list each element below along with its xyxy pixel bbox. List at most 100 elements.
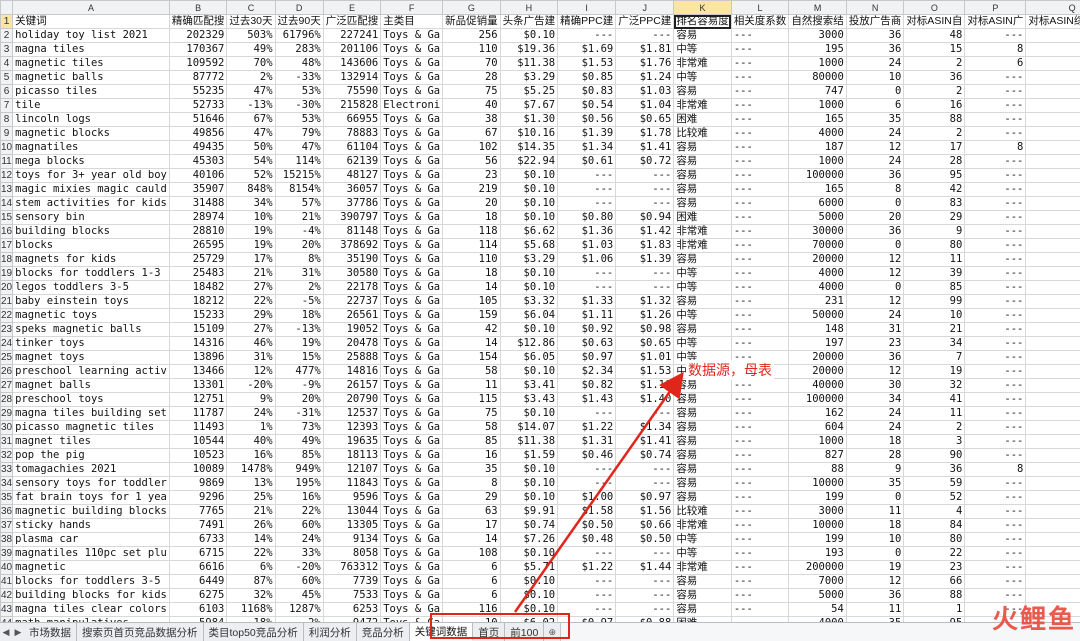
header-cell[interactable]: 主类目 — [381, 15, 443, 29]
cell[interactable]: $1.32 — [616, 295, 674, 309]
cell[interactable]: 70% — [227, 57, 275, 71]
cell[interactable]: 11 — [846, 505, 904, 519]
cell[interactable]: --- — [965, 253, 1026, 267]
cell[interactable]: 29 — [904, 211, 965, 225]
cell[interactable]: 30580 — [323, 267, 381, 281]
cell[interactable]: 12 — [846, 253, 904, 267]
cell[interactable]: $0.10 — [500, 323, 558, 337]
cell[interactable]: magnet toys — [13, 351, 170, 365]
cell[interactable]: Toys & Ga — [381, 589, 443, 603]
cell[interactable]: $1.42 — [616, 225, 674, 239]
cell[interactable]: Toys & Ga — [381, 547, 443, 561]
cell[interactable]: 6103 — [169, 603, 227, 617]
cell[interactable]: 36 — [1026, 71, 1080, 85]
cell[interactable]: Toys & Ga — [381, 435, 443, 449]
cell[interactable]: $1.04 — [616, 99, 674, 113]
cell[interactable]: 26561 — [323, 309, 381, 323]
cell[interactable]: 28 — [443, 71, 501, 85]
cell[interactable]: 8% — [275, 253, 323, 267]
cell[interactable]: --- — [731, 43, 789, 57]
cell[interactable]: 16% — [275, 491, 323, 505]
header-cell[interactable]: 过去30天 — [227, 15, 275, 29]
cell[interactable]: --- — [965, 113, 1026, 127]
cell[interactable]: 17% — [227, 253, 275, 267]
cell[interactable]: 1478% — [227, 463, 275, 477]
cell[interactable]: $1.36 — [558, 225, 616, 239]
cell[interactable]: 1000 — [789, 57, 847, 71]
row-number[interactable]: 13 — [1, 183, 13, 197]
cell[interactable]: 8 — [965, 463, 1026, 477]
cell[interactable]: --- — [558, 407, 616, 421]
cell[interactable]: 42 — [1026, 183, 1080, 197]
cell[interactable]: --- — [965, 477, 1026, 491]
cell[interactable]: 29 — [443, 491, 501, 505]
cell[interactable]: 非常难 — [674, 561, 732, 575]
cell[interactable]: 9596 — [323, 491, 381, 505]
cell[interactable]: $12.86 — [500, 337, 558, 351]
cell[interactable]: $0.10 — [500, 281, 558, 295]
cell[interactable]: 8058 — [323, 547, 381, 561]
row-number[interactable]: 37 — [1, 519, 13, 533]
cell[interactable]: stem activities for kids — [13, 197, 170, 211]
cell[interactable]: 12537 — [323, 407, 381, 421]
cell[interactable]: Toys & Ga — [381, 57, 443, 71]
cell[interactable]: 47% — [275, 141, 323, 155]
cell[interactable]: Toys & Ga — [381, 533, 443, 547]
cell[interactable]: $1.78 — [616, 127, 674, 141]
cell[interactable]: 11843 — [323, 477, 381, 491]
cell[interactable]: --- — [731, 113, 789, 127]
cell[interactable]: 107 — [1026, 295, 1080, 309]
cell[interactable]: Toys & Ga — [381, 43, 443, 57]
cell[interactable]: 20% — [275, 239, 323, 253]
cell[interactable]: --- — [965, 407, 1026, 421]
cell[interactable]: $0.10 — [500, 547, 558, 561]
cell[interactable]: Toys & Ga — [381, 211, 443, 225]
cell[interactable]: --- — [731, 603, 789, 617]
cell[interactable]: 容易 — [674, 323, 732, 337]
cell[interactable]: 1000 — [789, 155, 847, 169]
cell[interactable]: 159 — [443, 309, 501, 323]
cell[interactable]: 20000 — [789, 365, 847, 379]
cell[interactable]: --- — [731, 295, 789, 309]
cell[interactable]: 容易 — [674, 29, 732, 43]
sheet-tab[interactable]: 关键词数据 — [410, 623, 474, 641]
cell[interactable]: 11 — [904, 407, 965, 421]
cell[interactable]: $0.10 — [500, 29, 558, 43]
cell[interactable]: 20% — [275, 393, 323, 407]
cell[interactable]: 283% — [275, 43, 323, 57]
cell[interactable]: 66955 — [323, 113, 381, 127]
cell[interactable]: 23 — [904, 561, 965, 575]
cell[interactable]: magnet tiles — [13, 435, 170, 449]
header-cell[interactable]: 精确匹配搜 — [169, 15, 227, 29]
cell[interactable]: 27% — [227, 323, 275, 337]
cell[interactable]: legos toddlers 3-5 — [13, 281, 170, 295]
cell[interactable]: 30000 — [789, 225, 847, 239]
cell[interactable]: 40% — [227, 435, 275, 449]
cell[interactable]: 197 — [789, 337, 847, 351]
cell[interactable]: $0.56 — [558, 113, 616, 127]
cell[interactable]: 3 — [1026, 435, 1080, 449]
cell[interactable]: --- — [965, 421, 1026, 435]
cell[interactable]: 18113 — [323, 449, 381, 463]
cell[interactable]: magnetic — [13, 561, 170, 575]
cell[interactable]: 22% — [227, 547, 275, 561]
cell[interactable]: $0.46 — [558, 449, 616, 463]
cell[interactable]: 20 — [1026, 99, 1080, 113]
cell[interactable]: 中等 — [674, 281, 732, 295]
cell[interactable]: 6 — [1026, 127, 1080, 141]
cell[interactable]: $14.35 — [500, 141, 558, 155]
cell[interactable]: --- — [731, 407, 789, 421]
cell[interactable]: -20% — [227, 379, 275, 393]
cell[interactable]: 18482 — [169, 281, 227, 295]
cell[interactable]: 9% — [227, 393, 275, 407]
cell[interactable]: $1.22 — [558, 421, 616, 435]
cell[interactable]: $9.91 — [500, 505, 558, 519]
cell[interactable]: 12% — [227, 365, 275, 379]
cell[interactable]: $0.97 — [558, 351, 616, 365]
cell[interactable]: 827 — [789, 449, 847, 463]
cell[interactable]: 2% — [227, 71, 275, 85]
cell[interactable]: 15 — [904, 43, 965, 57]
cell[interactable]: --- — [965, 519, 1026, 533]
cell[interactable]: --- — [616, 29, 674, 43]
cell[interactable]: --- — [616, 197, 674, 211]
